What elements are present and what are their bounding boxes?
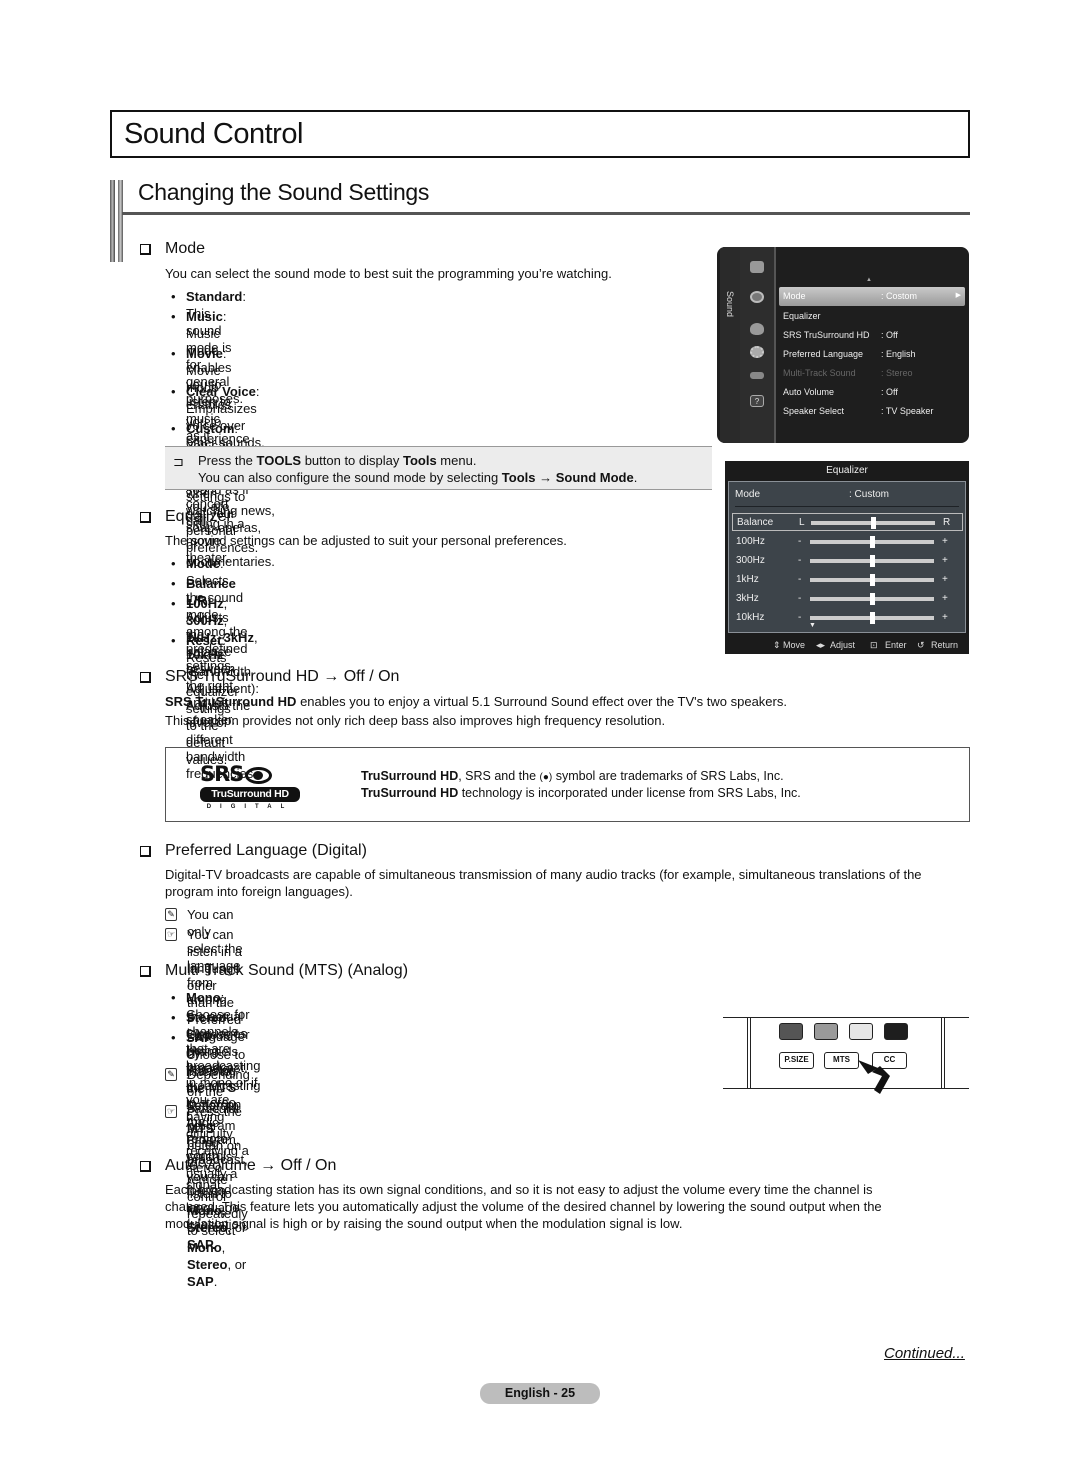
page-title-box: Sound Control	[110, 110, 970, 158]
checkbox-bullet-icon	[140, 511, 151, 523]
section-heading: Changing the Sound Settings	[138, 179, 430, 205]
eq-slider-track[interactable]	[810, 555, 934, 567]
srs-heading: SRS TruSurround HD → Off / On	[140, 668, 399, 686]
menu-item-srs[interactable]: SRS TruSurround HD: Off	[779, 326, 965, 345]
adjust-icon: ◂▸	[816, 640, 826, 650]
move-icon: ⇕	[773, 640, 781, 650]
color-button-green	[814, 1023, 838, 1040]
menu-item-preferred-language[interactable]: Preferred Language: English	[779, 345, 965, 364]
checkbox-bullet-icon	[140, 1160, 151, 1172]
chevron-right-icon: ▶	[955, 292, 961, 299]
menu-item-multi-track-sound: Multi-Track Sound: Stereo	[783, 368, 913, 378]
equalizer-footer: ⇕ Move ◂▸ Adjust ⊡ Enter ↺ Return	[773, 640, 959, 650]
eq-slider-knob[interactable]	[870, 612, 875, 624]
srs-trademark-line-2: TruSurround HD technology is incorporate…	[361, 786, 801, 800]
remote-button-icon: ☞	[165, 1105, 177, 1118]
color-button-yellow	[849, 1023, 873, 1040]
eq-slider-knob[interactable]	[870, 555, 875, 567]
equalizer-screenshot: Equalizer Mode : Custom Balance L R 100Hz - +…	[725, 461, 969, 654]
srs-trademark-line-1: TruSurround HD, SRS and the (●) symbol a…	[361, 769, 784, 783]
eq-row-1khz[interactable]: 1kHz - +	[732, 571, 963, 589]
srs-logo: SRS TruSurround HD DIGITAL	[200, 762, 300, 810]
return-icon: ↺	[917, 640, 925, 650]
eq-slider-track[interactable]	[810, 536, 934, 548]
srs-circle-icon	[245, 767, 273, 785]
page-title: Sound Control	[124, 118, 303, 150]
enter-icon: ⊡	[870, 640, 878, 650]
eq-row-10khz[interactable]: 10kHz - +	[732, 609, 963, 627]
menu-item-auto-volume[interactable]: Auto Volume: Off	[779, 383, 965, 402]
eq-slider-track[interactable]	[810, 612, 934, 624]
eq-slider-knob[interactable]	[871, 517, 876, 529]
equalizer-intro: The sound settings can be adjusted to su…	[165, 533, 567, 548]
input-icon	[750, 372, 764, 379]
menu-item-mode[interactable]: Mode: Costom ▶	[779, 287, 965, 306]
checkbox-bullet-icon	[140, 243, 151, 255]
eq-slider-knob[interactable]	[870, 536, 875, 548]
channel-icon	[750, 323, 764, 335]
tools-note: ⊐ Press the TOOLS button to display Tool…	[165, 446, 712, 490]
checkbox-bullet-icon	[140, 845, 151, 857]
scroll-down-icon: ▼	[809, 622, 816, 629]
color-button-red	[779, 1023, 803, 1040]
mode-heading: Mode	[140, 240, 205, 258]
menu-side-label: Sound	[725, 290, 736, 318]
mts-button: MTS	[824, 1052, 859, 1069]
auto-volume-paragraph: Each broadcasting station has its own si…	[165, 1182, 882, 1231]
tv-sound-menu-screenshot: Sound ? ▲ Mode: Costom ▶ Equalizer SRS Tr…	[717, 247, 969, 443]
setup-icon	[750, 346, 764, 358]
continued-link: Continued...	[884, 1345, 965, 1362]
eq-slider-knob[interactable]	[870, 574, 875, 586]
sound-icon	[750, 291, 764, 303]
checkbox-bullet-icon	[140, 965, 151, 977]
eq-row-balance[interactable]: Balance L R	[732, 513, 963, 531]
eq-slider-knob[interactable]	[870, 593, 875, 605]
equalizer-title: Equalizer	[826, 465, 868, 476]
checkbox-bullet-icon	[140, 671, 151, 683]
eq-slider-track[interactable]	[810, 574, 934, 586]
equalizer-heading: Equalizer	[140, 508, 232, 526]
note-icon: ✎	[165, 908, 177, 921]
preferred-language-paragraph: Digital-TV broadcasts are capable of sim…	[165, 867, 922, 899]
psize-button: P.SIZE	[779, 1052, 814, 1069]
eq-slider-track[interactable]	[810, 593, 934, 605]
srs-symbol-icon: (●)	[539, 772, 553, 783]
srs-trademark-box: SRS TruSurround HD DIGITAL TruSurround H…	[165, 747, 970, 822]
section-divider	[122, 212, 970, 215]
mode-intro: You can select the sound mode to best su…	[165, 266, 612, 281]
eq-slider-track[interactable]	[811, 517, 935, 529]
eq-row-3khz[interactable]: 3kHz - +	[732, 590, 963, 608]
color-button-blue	[884, 1023, 908, 1040]
remote-button-icon: ☞	[165, 928, 177, 941]
eq-row-100hz[interactable]: 100Hz - +	[732, 533, 963, 551]
preferred-language-heading: Preferred Language (Digital)	[140, 842, 367, 860]
menu-item-equalizer[interactable]: Equalizer	[779, 307, 965, 326]
picture-icon	[750, 261, 764, 273]
section-bar-decoration	[110, 180, 124, 262]
srs-paragraph-2: This function provides not only rich dee…	[165, 713, 666, 728]
support-icon: ?	[750, 395, 764, 407]
srs-paragraph-1: SRS TruSurround HD enables you to enjoy …	[165, 694, 787, 709]
menu-item-speaker-select[interactable]: Speaker Select: TV Speaker	[779, 402, 965, 421]
note-icon: ✎	[165, 1068, 177, 1081]
auto-volume-heading: Auto Volume → Off / On	[140, 1157, 336, 1175]
scroll-up-icon: ▲	[866, 277, 872, 283]
pointer-arrow-icon	[858, 1060, 890, 1094]
remote-control-illustration: P.SIZE MTS CC	[723, 1017, 969, 1094]
eq-row-300hz[interactable]: 300Hz - +	[732, 552, 963, 570]
mts-heading: Multi-Track Sound (MTS) (Analog)	[140, 962, 408, 980]
tools-icon: ⊐	[173, 454, 184, 469]
page-number: English - 25	[480, 1383, 600, 1404]
